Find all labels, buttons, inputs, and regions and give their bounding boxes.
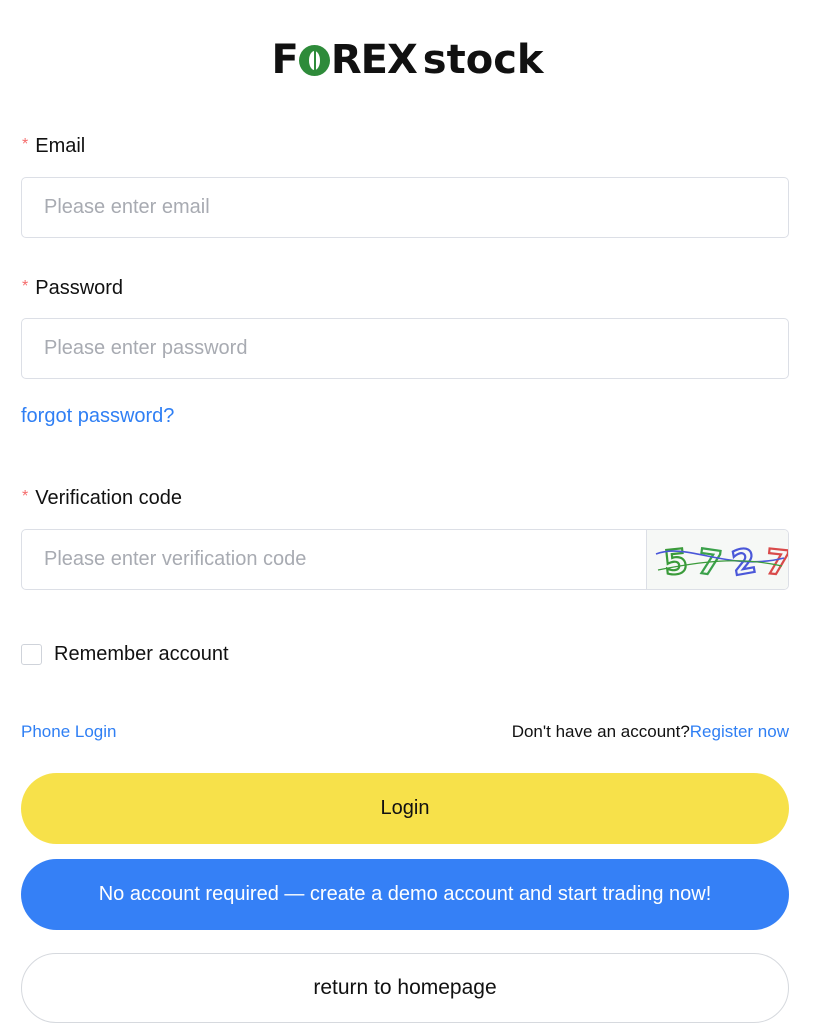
- login-button[interactable]: Login: [21, 773, 789, 844]
- password-label: * Password: [22, 277, 123, 300]
- password-label-text: Password: [35, 277, 124, 299]
- return-homepage-button[interactable]: return to homepage: [21, 953, 789, 1023]
- forgot-password-link[interactable]: forgot password?: [21, 405, 174, 428]
- verification-code-field[interactable]: [22, 530, 646, 589]
- captcha-digit: 5: [662, 541, 690, 583]
- remember-account[interactable]: Remember account: [21, 643, 229, 666]
- register-now-link[interactable]: Register now: [690, 722, 789, 742]
- phone-login-link[interactable]: Phone Login: [21, 722, 116, 742]
- required-mark: *: [22, 487, 29, 505]
- logo: F REX stock: [0, 36, 815, 84]
- verification-field-group: 5727: [21, 529, 789, 590]
- logo-word: stock: [422, 37, 544, 83]
- password-field[interactable]: [21, 318, 789, 379]
- demo-account-button[interactable]: No account required — create a demo acco…: [21, 859, 789, 930]
- remember-checkbox[interactable]: [21, 644, 42, 665]
- email-label-text: Email: [35, 135, 86, 157]
- email-field[interactable]: [21, 177, 789, 238]
- required-mark: *: [22, 135, 29, 153]
- verification-label-text: Verification code: [35, 487, 182, 509]
- logo-prefix: F: [271, 37, 298, 83]
- captcha-digit: 2: [729, 540, 759, 584]
- login-page: F REX stock * Email * Password forgot pa…: [0, 0, 815, 1024]
- remember-label: Remember account: [54, 643, 229, 665]
- no-account-text: Don't have an account?: [511, 722, 690, 741]
- email-label: * Email: [22, 135, 85, 158]
- logo-suffix: REX: [330, 37, 418, 83]
- register-row: Don't have an account? Register now: [512, 722, 789, 742]
- verification-label: * Verification code: [22, 487, 182, 510]
- captcha-image[interactable]: 5727: [646, 530, 788, 589]
- captcha-svg: 5727: [655, 539, 788, 585]
- required-mark: *: [22, 277, 29, 295]
- logo-text: F REX stock: [271, 40, 543, 80]
- logo-o-icon: [298, 44, 330, 76]
